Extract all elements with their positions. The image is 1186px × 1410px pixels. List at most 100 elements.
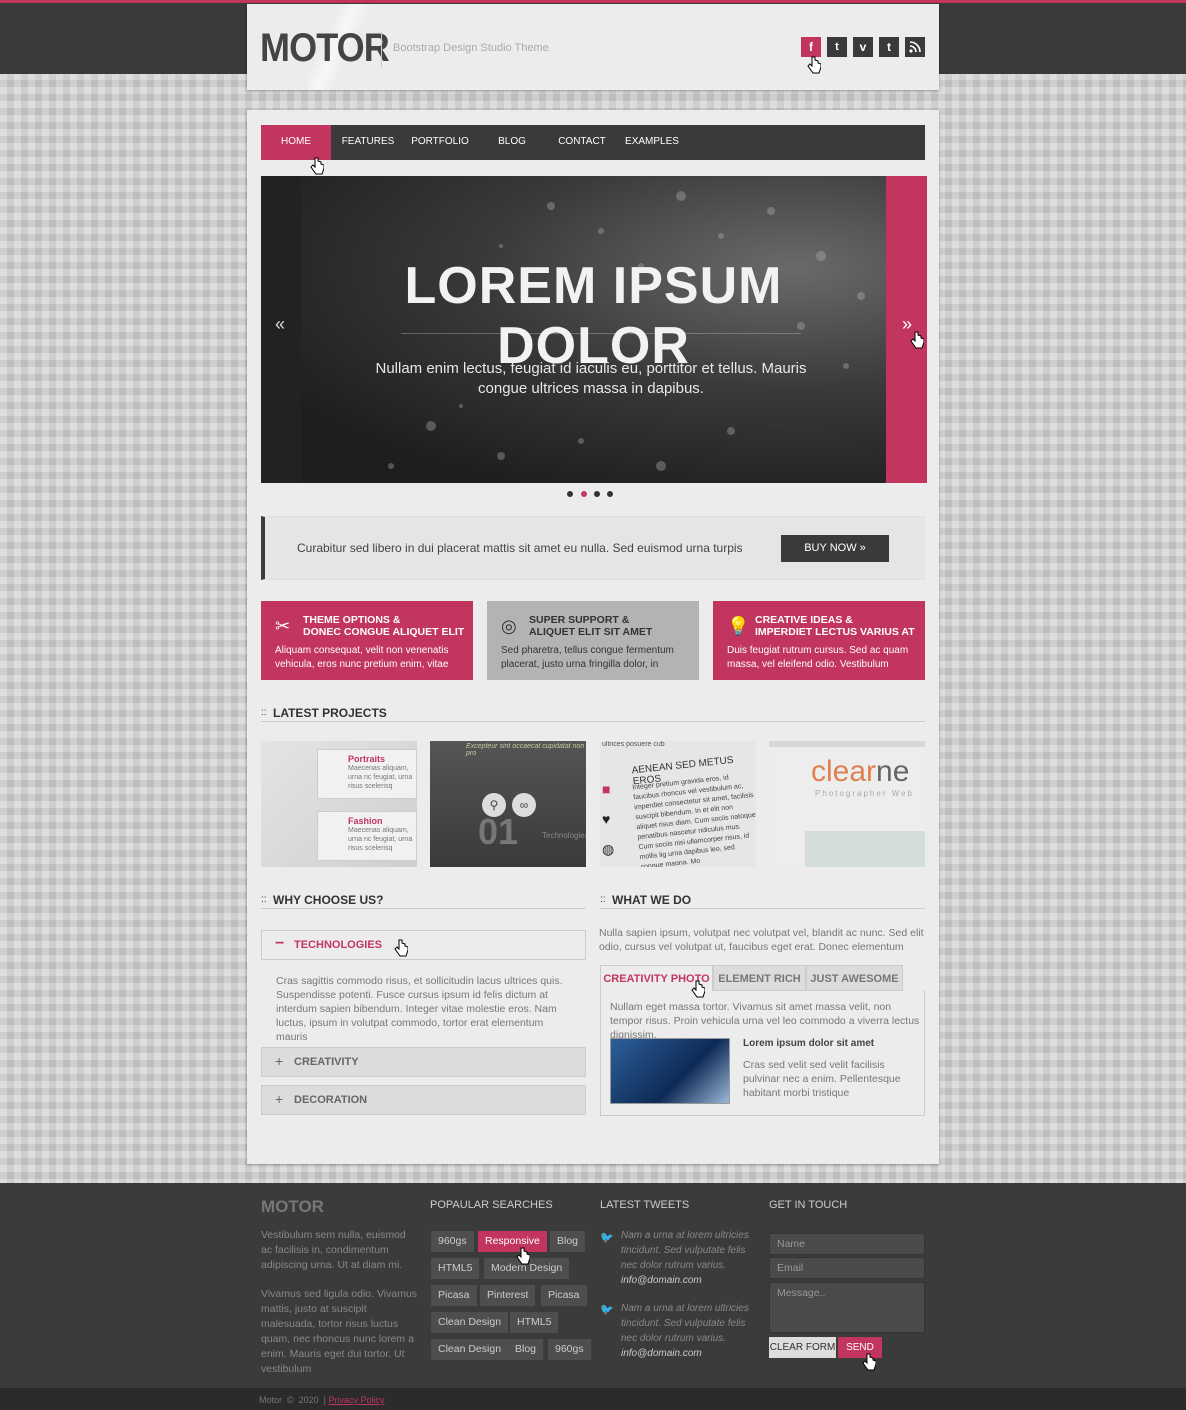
copyright-text: Motor © 2020 | bbox=[259, 1395, 326, 1405]
tweet-link[interactable]: info@domain.com bbox=[621, 1348, 702, 1359]
twitter-icon[interactable]: t bbox=[827, 37, 847, 57]
message-field[interactable]: Message.. bbox=[769, 1282, 925, 1333]
tab-element-rich[interactable]: ELEMENT RICH bbox=[713, 965, 806, 991]
slider-dot-active[interactable] bbox=[581, 491, 587, 497]
logo-divider bbox=[381, 32, 382, 68]
clear-form-button[interactable]: CLEAR FORM bbox=[769, 1337, 836, 1358]
search-tag[interactable]: HTML5 bbox=[510, 1312, 559, 1333]
twitter-bird-icon: 🐦 bbox=[600, 1304, 614, 1316]
search-tag[interactable]: 960gs bbox=[431, 1231, 474, 1252]
vimeo-icon[interactable]: v bbox=[853, 37, 873, 57]
grip-icon: :: bbox=[261, 894, 267, 905]
project-card-title: Fashion bbox=[348, 816, 383, 826]
search-tag[interactable]: Blog bbox=[508, 1339, 544, 1360]
nav-examples[interactable]: EXAMPLES bbox=[617, 125, 687, 160]
nav-home[interactable]: HOME bbox=[261, 125, 331, 160]
thumb-image bbox=[805, 831, 925, 867]
slider-dot[interactable] bbox=[594, 491, 600, 497]
project-thumb-4[interactable]: clearne Photographer Web bbox=[769, 741, 925, 867]
slide-divider bbox=[401, 333, 801, 334]
slider-prev-button[interactable]: « bbox=[275, 314, 285, 335]
accordion-label: CREATIVITY bbox=[294, 1056, 359, 1068]
project-thumb-3[interactable]: ultrices posuere cub AENEAN SED METUS ER… bbox=[600, 741, 756, 867]
tweet-text: Nam a urna at lorem ultricies tincidunt.… bbox=[621, 1303, 749, 1344]
link-icon[interactable]: ∞ bbox=[512, 793, 536, 817]
search-tag[interactable]: HTML5 bbox=[431, 1258, 480, 1279]
feature-title-line: SUPER SUPPORT & bbox=[529, 614, 630, 626]
logo-part: ne bbox=[876, 755, 910, 788]
feature-box-support[interactable]: ◎ SUPER SUPPORT & ALIQUET ELIT SIT AMET S… bbox=[487, 601, 699, 680]
accordion-body: Cras sagittis commodo risus, et sollicit… bbox=[276, 975, 563, 1043]
project-thumb-2[interactable]: Excepteur sint occaecat cupidatat non pr… bbox=[430, 741, 586, 867]
section-divider bbox=[261, 908, 586, 909]
footer-bottom-bar: Motor © 2020 | Privacy Policy bbox=[0, 1388, 1186, 1410]
slide-text: Nullam enim lectus, feugiat id iaculis e… bbox=[375, 360, 807, 397]
project-card-title: Portraits bbox=[348, 754, 386, 764]
project-card: Portraits Maecenas aliquam, urna nc feug… bbox=[317, 749, 417, 799]
tools-icon: ✂ bbox=[275, 616, 291, 636]
buy-now-button[interactable]: BUY NOW » bbox=[781, 535, 889, 562]
project-top-text: Excepteur sint occaecat cupidatat non pr… bbox=[466, 743, 585, 757]
slider-dot[interactable] bbox=[567, 491, 573, 497]
media-title: Lorem ipsum dolor sit amet bbox=[743, 1038, 875, 1049]
rss-icon[interactable] bbox=[905, 37, 925, 57]
feature-title-line: CREATIVE IDEAS & bbox=[755, 614, 853, 626]
plus-icon: + bbox=[275, 1053, 284, 1069]
search-tag-active[interactable]: Responsive bbox=[478, 1231, 547, 1252]
section-divider bbox=[600, 908, 925, 909]
media-text: Cras sed velit sed velit facilisis pulvi… bbox=[743, 1059, 901, 1099]
name-field[interactable]: Name bbox=[769, 1233, 925, 1255]
feature-box-creative[interactable]: 💡 CREATIVE IDEAS & IMPERDIET LECTUS VARIU… bbox=[713, 601, 925, 680]
nav-features[interactable]: FEATURES bbox=[333, 125, 403, 160]
accordion-creativity[interactable]: + CREATIVITY bbox=[261, 1047, 586, 1077]
footer-about: Vivamus sed ligula odio. Vivamus mattis,… bbox=[261, 1288, 418, 1375]
feature-box-theme-options[interactable]: ✂ THEME OPTIONS & DONEC CONGUE ALIQUET EL… bbox=[261, 601, 473, 680]
search-tag[interactable]: Pinterest bbox=[480, 1285, 536, 1306]
plus-icon: + bbox=[275, 1091, 284, 1107]
tab-just-awesome[interactable]: JUST AWESOME bbox=[806, 965, 903, 991]
tweet-link[interactable]: info@domain.com bbox=[621, 1275, 702, 1286]
feature-title: SUPER SUPPORT & ALIQUET ELIT SIT AMET bbox=[529, 614, 652, 638]
slide-title: LOREM IPSUM DOLOR bbox=[404, 257, 783, 375]
main-container: HOME FEATURES PORTFOLIO BLOG CONTACT EXA… bbox=[247, 110, 939, 1164]
search-tag[interactable]: Blog bbox=[550, 1231, 586, 1252]
hero-slider: LOREM IPSUM DOLOR Nullam enim lectus, fe… bbox=[261, 176, 927, 483]
search-tag[interactable]: Clean Design bbox=[431, 1339, 509, 1360]
project-card-text: Maecenas aliquam, urna nc feugiat, urna … bbox=[348, 827, 413, 852]
nav-blog[interactable]: BLOG bbox=[477, 125, 547, 160]
search-tag[interactable]: Picasa bbox=[541, 1285, 587, 1306]
search-tag[interactable]: Clean Design bbox=[431, 1312, 509, 1333]
logo-subtitle: Photographer Web bbox=[815, 789, 915, 798]
latest-tweets-heading: LATEST TWEETS bbox=[600, 1199, 690, 1211]
email-field[interactable]: Email bbox=[769, 1257, 925, 1279]
search-tag[interactable]: Picasa bbox=[431, 1285, 477, 1306]
accordion-technologies[interactable]: − TECHNOLOGIES bbox=[261, 930, 586, 960]
privacy-policy-link[interactable]: Privacy Policy bbox=[329, 1395, 385, 1405]
project-card: Fashion Maecenas aliquam, urna nc feugia… bbox=[317, 811, 417, 861]
project-thumb-1[interactable]: Portraits Maecenas aliquam, urna nc feug… bbox=[261, 741, 417, 867]
zoom-icon[interactable]: ⚲ bbox=[482, 793, 506, 817]
feature-title-line: THEME OPTIONS & bbox=[303, 614, 401, 626]
site-logo[interactable]: MOTOR bbox=[260, 26, 390, 71]
hand-cursor-icon bbox=[310, 157, 324, 175]
nav-portfolio[interactable]: PORTFOLIO bbox=[405, 125, 475, 160]
accordion-decoration[interactable]: + DECORATION bbox=[261, 1085, 586, 1115]
section-divider bbox=[261, 721, 925, 722]
grip-icon: :: bbox=[261, 707, 267, 718]
footer: MOTOR Vestibulum sem nulla, euismod ac f… bbox=[0, 1183, 1186, 1388]
search-tag[interactable]: 960gs bbox=[548, 1339, 591, 1360]
laptop-image bbox=[610, 1038, 730, 1104]
facebook-icon[interactable]: f bbox=[801, 37, 821, 57]
hand-cursor-icon bbox=[516, 1247, 530, 1265]
feature-text: Aliquam consequat, velit non venenatis v… bbox=[275, 645, 449, 670]
camera-icon: ■ bbox=[602, 781, 611, 797]
feature-text: Sed pharetra, tellus congue fermentum pl… bbox=[501, 645, 674, 670]
twitter-bird-icon: 🐦 bbox=[600, 1232, 614, 1244]
nav-contact[interactable]: CONTACT bbox=[547, 125, 617, 160]
tumblr-icon[interactable]: t bbox=[879, 37, 899, 57]
buy-now-label: BUY NOW bbox=[804, 542, 857, 554]
slider-dot[interactable] bbox=[607, 491, 613, 497]
tab-panel: Nullam eget massa tortor. Vivamus sit am… bbox=[600, 990, 925, 1116]
double-chevron-icon: » bbox=[859, 542, 866, 554]
feature-title-line: DONEC CONGUE ALIQUET ELIT bbox=[303, 626, 465, 638]
